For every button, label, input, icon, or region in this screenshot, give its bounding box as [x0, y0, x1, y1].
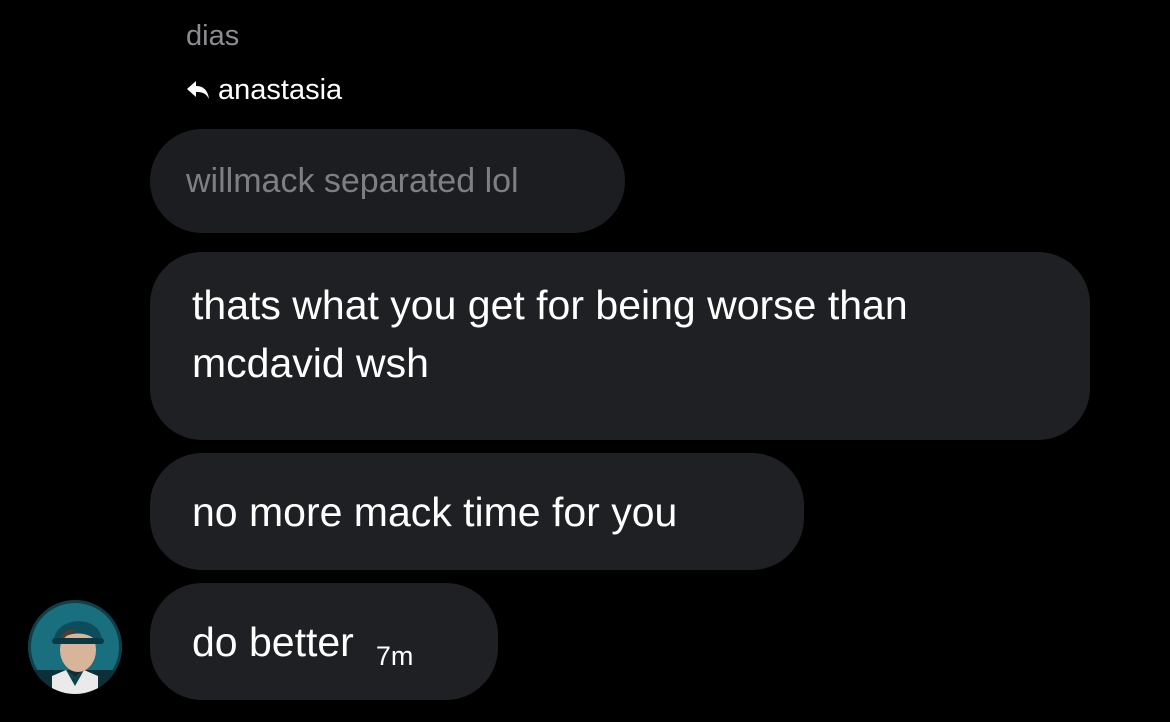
avatar[interactable] [28, 600, 122, 694]
message-text: thats what you get for being worse than … [192, 282, 908, 386]
quoted-message-bubble[interactable]: willmack separated lol [150, 129, 625, 233]
message-bubble[interactable]: do better 7m [150, 583, 498, 700]
reply-arrow-icon [186, 79, 210, 101]
quoted-message-text: willmack separated lol [186, 162, 519, 200]
reply-target-name[interactable]: anastasia [218, 72, 342, 108]
message-bubble[interactable]: thats what you get for being worse than … [150, 252, 1090, 440]
sender-name: dias [186, 20, 240, 52]
message-timestamp: 7m [375, 640, 414, 671]
reply-indicator: anastasia [186, 72, 342, 108]
message-bubble[interactable]: no more mack time for you [150, 453, 804, 570]
message-text: do better [192, 618, 354, 665]
message-text: no more mack time for you [192, 488, 678, 535]
